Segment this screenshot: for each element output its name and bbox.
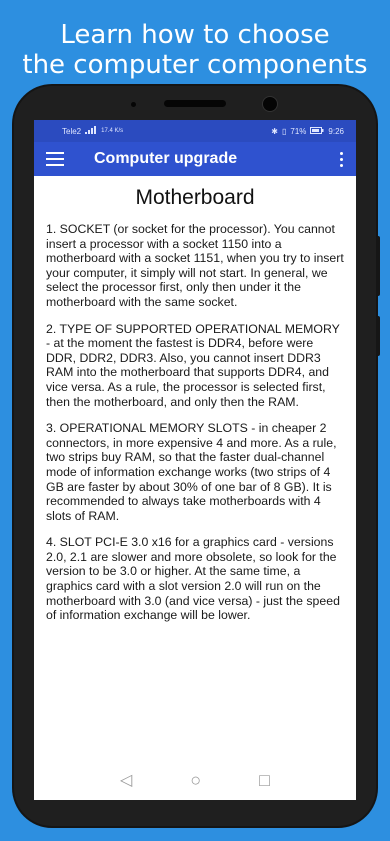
promo-line-2: the computer components <box>22 50 368 80</box>
hamburger-menu-icon[interactable] <box>46 152 64 166</box>
carrier-label: Tele2 <box>62 126 82 136</box>
app-title: Computer upgrade <box>94 150 238 167</box>
system-navigation-bar: ◁ ○ □ <box>34 760 356 800</box>
power-button <box>376 316 380 356</box>
proximity-sensor <box>131 102 136 107</box>
home-icon[interactable]: ○ <box>190 770 201 791</box>
clock: 9:26 <box>328 126 344 136</box>
phone-frame: Tele2 17.4 K/s ✱ ▯ 71% 9:26 Computer upg… <box>14 86 380 826</box>
battery-icon <box>310 126 324 136</box>
signal-icon <box>85 126 97 136</box>
volume-button <box>376 236 380 296</box>
paragraph-pcie-slot: 4. SLOT PCI-E 3.0 x16 for a graphics car… <box>46 535 340 623</box>
battery-percent: 71% <box>290 126 307 136</box>
app-bar: Computer upgrade <box>34 142 356 176</box>
promo-line-1: Learn how to choose <box>60 20 330 50</box>
paragraph-memory-slots: 3. OPERATIONAL MEMORY SLOTS - in cheaper… <box>46 421 337 523</box>
paragraph-socket: 1. SOCKET (or socket for the processor).… <box>46 222 344 309</box>
earpiece-speaker <box>164 100 226 107</box>
more-options-icon[interactable] <box>336 151 346 167</box>
section-heading: Motherboard <box>135 186 255 209</box>
status-bar: Tele2 17.4 K/s ✱ ▯ 71% 9:26 <box>34 120 356 142</box>
phone-screen: Tele2 17.4 K/s ✱ ▯ 71% 9:26 Computer upg… <box>34 120 356 800</box>
recents-icon[interactable]: □ <box>259 770 270 791</box>
front-camera <box>262 96 278 112</box>
back-icon[interactable]: ◁ <box>120 770 132 790</box>
net-speed: 17.4 K/s <box>101 128 124 134</box>
article-content[interactable]: Motherboard 1. SOCKET (or socket for the… <box>34 176 356 760</box>
bluetooth-icon: ✱ <box>271 126 278 136</box>
promo-title: Learn how to choose the computer compone… <box>0 20 390 80</box>
vibrate-icon: ▯ <box>282 126 287 136</box>
paragraph-memory-type: 2. TYPE OF SUPPORTED OPERATIONAL MEMORY … <box>46 321 340 409</box>
